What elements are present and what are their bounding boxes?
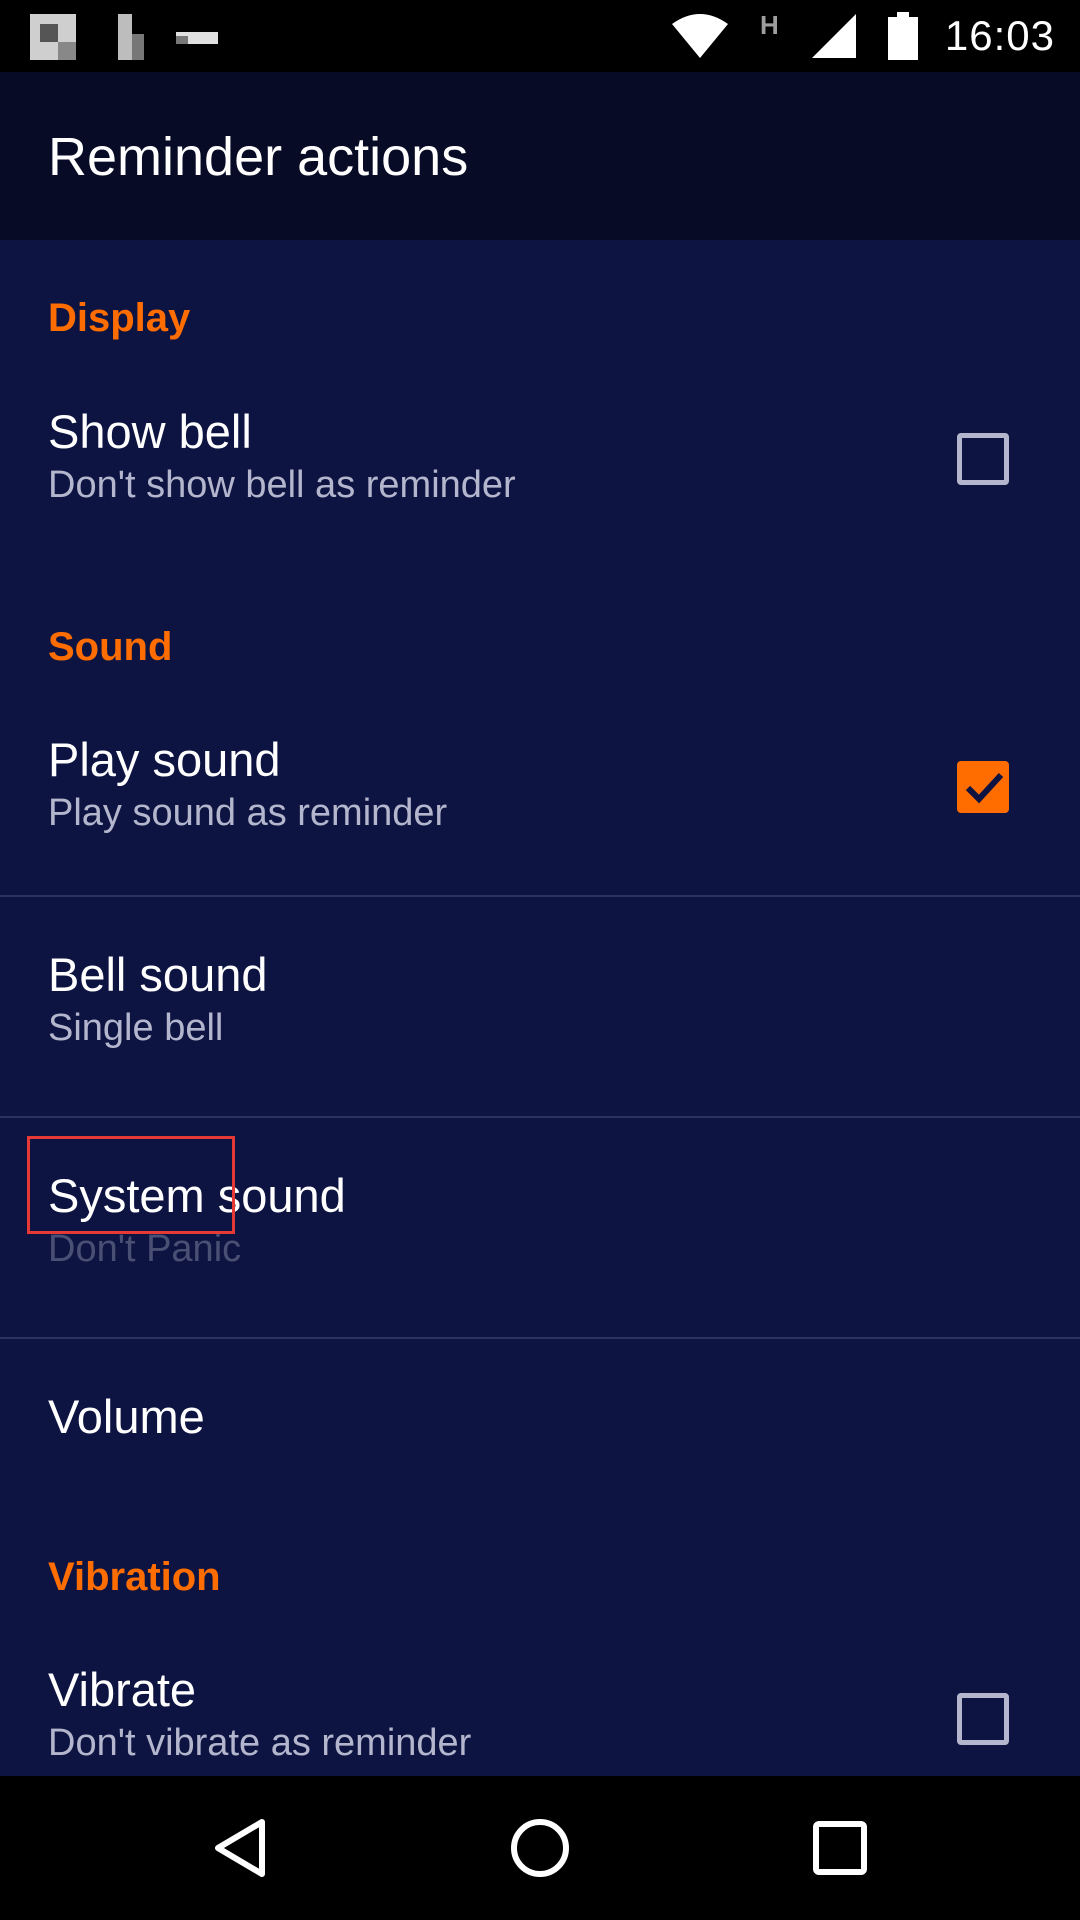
pref-vibrate[interactable]: Vibrate Don't vibrate as reminder [0, 1620, 1080, 1776]
preferences-list: Display Show bell Don't show bell as rem… [0, 240, 1080, 1776]
pref-volume[interactable]: Volume [0, 1339, 1080, 1509]
status-bar: H 16:03 [0, 0, 1080, 72]
app-bar: Reminder actions [0, 72, 1080, 240]
notification-icon-2 [118, 14, 144, 60]
pref-show-bell[interactable]: Show bell Don't show bell as reminder [0, 360, 1080, 560]
clock: 16:03 [944, 12, 1055, 59]
recents-icon[interactable] [806, 1814, 874, 1882]
highlight-box [27, 1136, 235, 1234]
home-icon[interactable] [506, 1814, 574, 1882]
pref-play-sound-summary: Play sound as reminder [48, 792, 448, 834]
wifi-icon [672, 14, 728, 58]
pref-bell-sound[interactable]: Bell sound Single bell [0, 897, 1080, 1115]
section-header-vibration: Vibration [48, 1555, 221, 1599]
section-header-sound: Sound [48, 625, 173, 669]
nav-bar [0, 1776, 1080, 1920]
pref-vibrate-title: Vibrate [48, 1663, 197, 1716]
battery-icon [888, 12, 918, 60]
pref-system-sound-summary: Don't Panic [48, 1228, 242, 1270]
checkmark-icon [965, 772, 1004, 804]
back-icon[interactable] [206, 1814, 274, 1882]
pref-play-sound-title: Play sound [48, 733, 281, 786]
pref-vibrate-summary: Don't vibrate as reminder [48, 1722, 472, 1764]
network-type-label: H [760, 10, 779, 40]
pref-show-bell-summary: Don't show bell as reminder [48, 464, 516, 506]
page-title: Reminder actions [48, 127, 469, 187]
pref-show-bell-title: Show bell [48, 405, 252, 458]
section-header-display: Display [48, 296, 191, 340]
pref-bell-sound-title: Bell sound [48, 948, 268, 1001]
play-sound-checkbox[interactable] [957, 761, 1009, 813]
pref-volume-title: Volume [48, 1390, 205, 1443]
pref-bell-sound-summary: Single bell [48, 1007, 224, 1049]
notification-icon-3 [176, 32, 218, 44]
notification-icon-1 [30, 14, 76, 60]
vibrate-checkbox[interactable] [957, 1693, 1009, 1745]
show-bell-checkbox[interactable] [957, 433, 1009, 485]
pref-play-sound[interactable]: Play sound Play sound as reminder [0, 690, 1080, 896]
cell-signal-icon [812, 14, 856, 58]
